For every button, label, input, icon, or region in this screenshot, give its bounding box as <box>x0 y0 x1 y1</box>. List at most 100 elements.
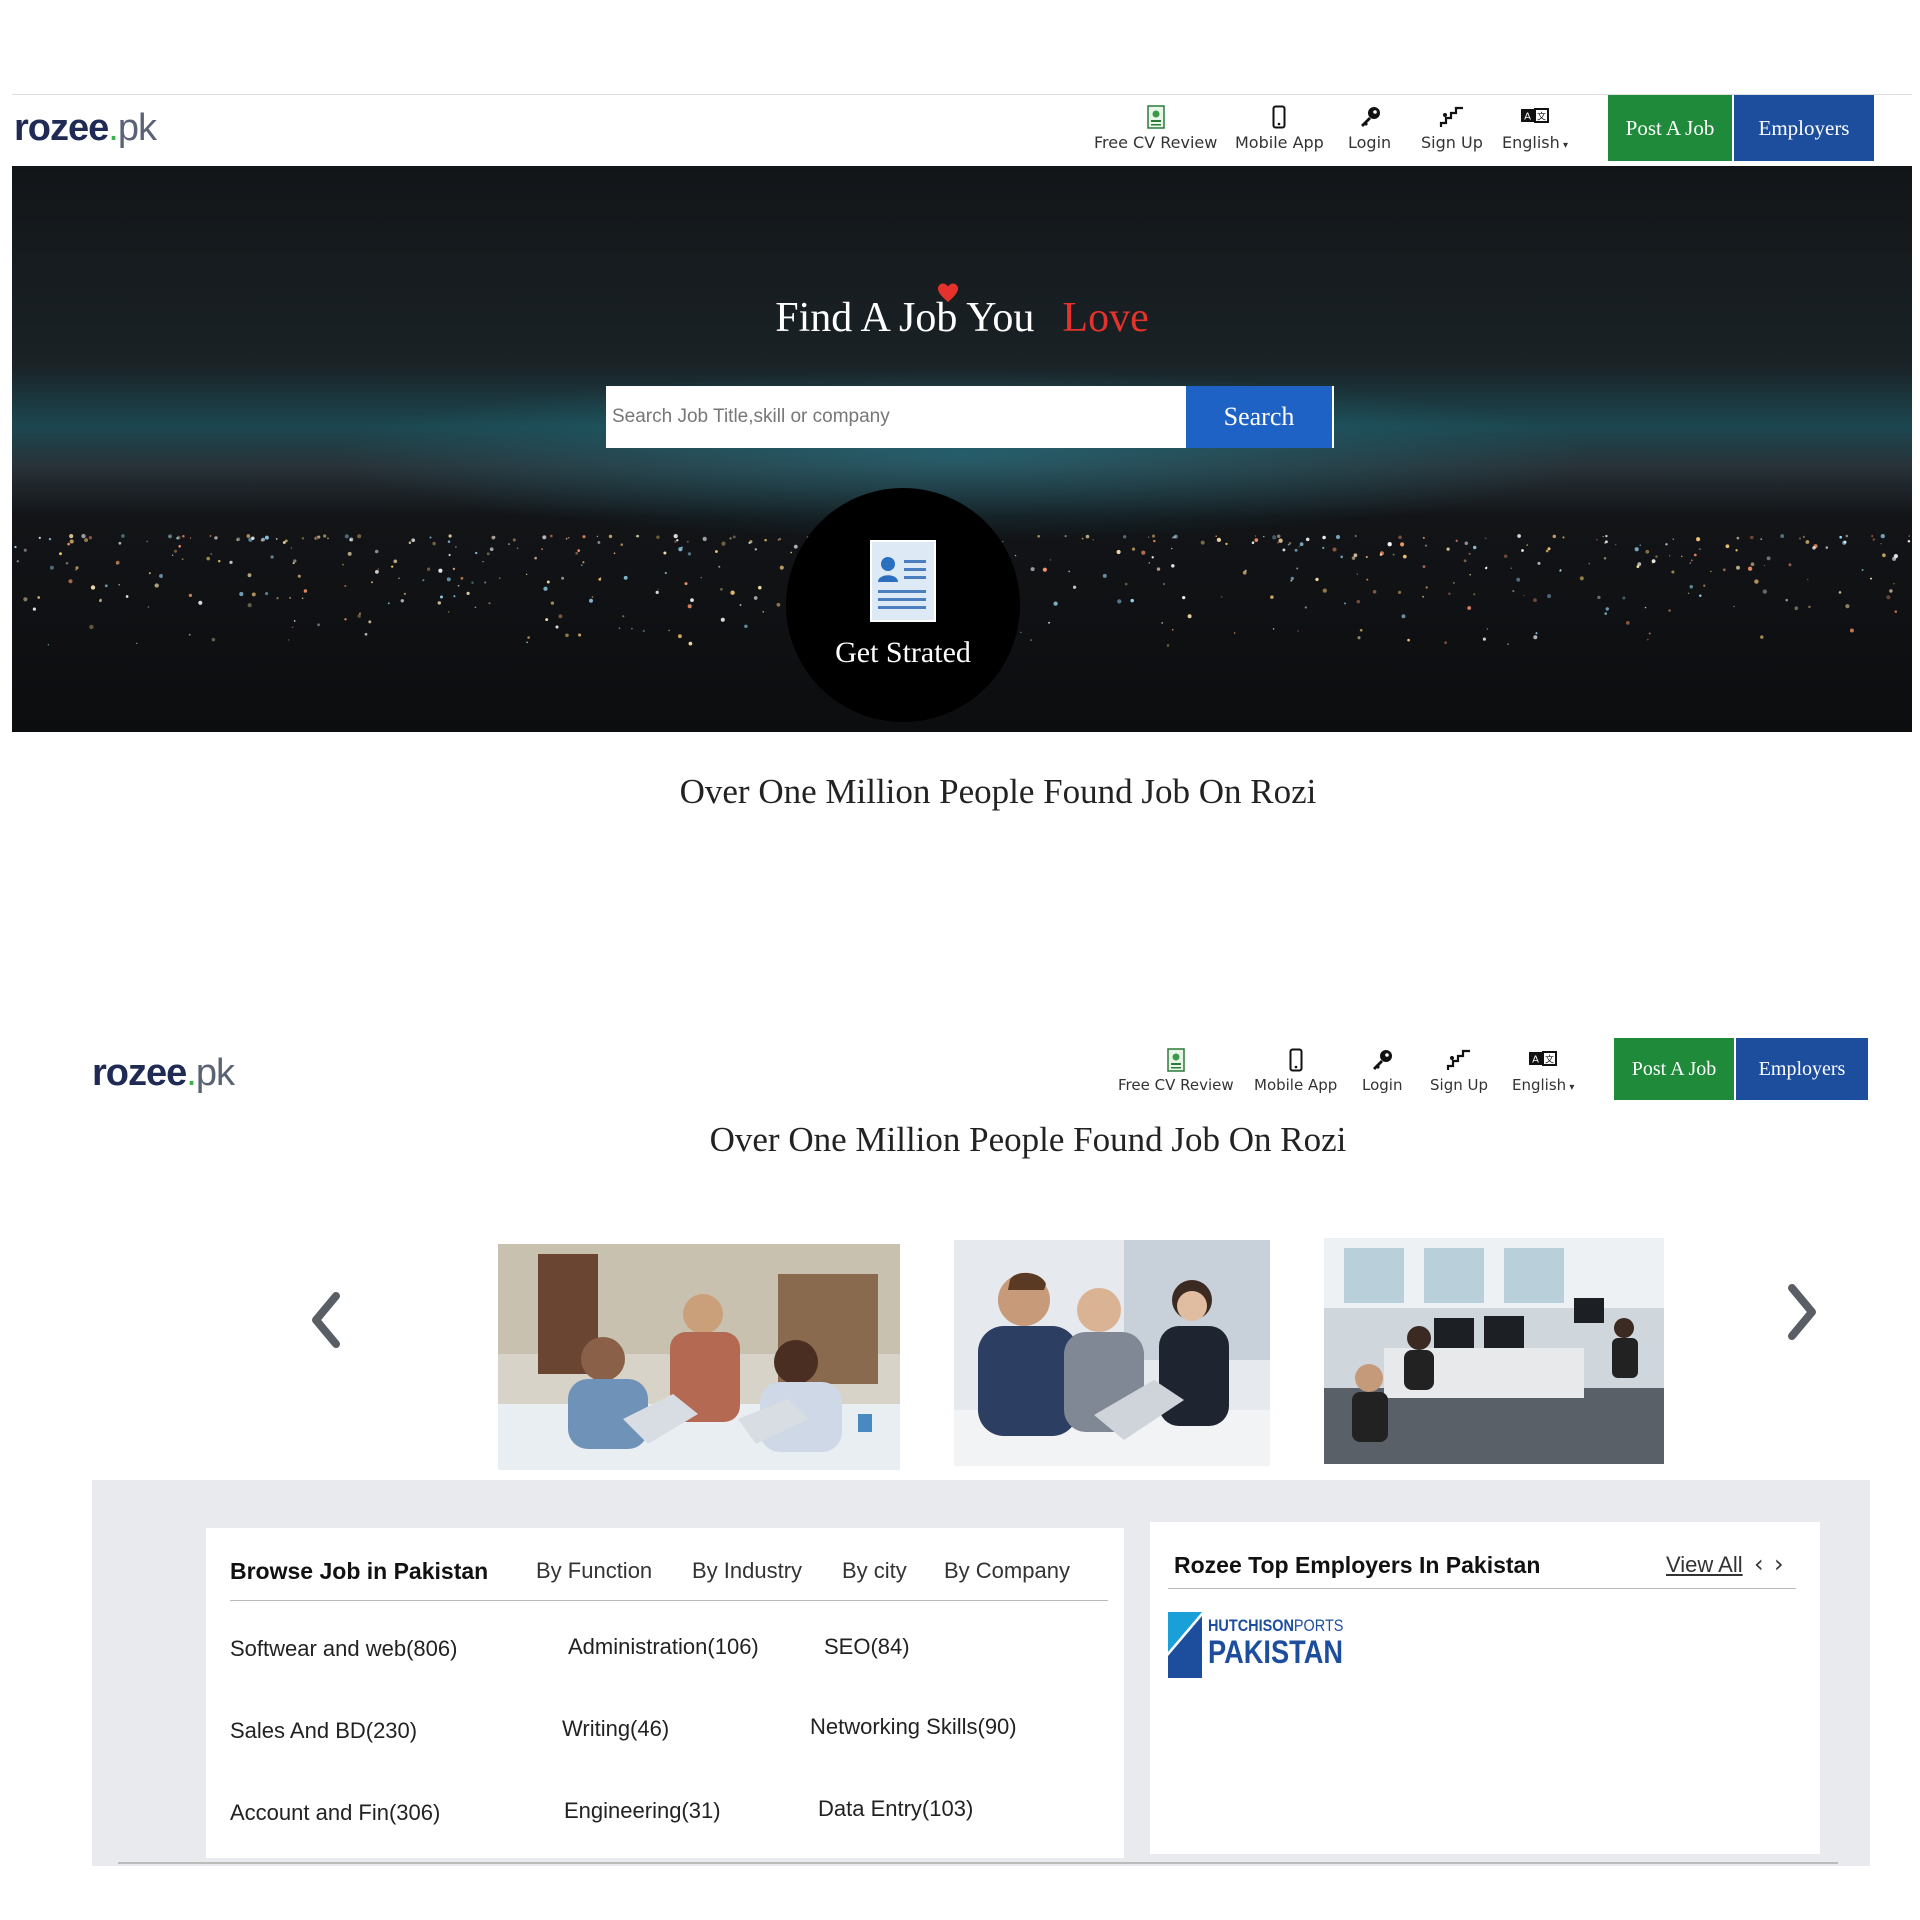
hutchison-ports-logo[interactable]: HUTCHISONPORTS PAKISTAN <box>1168 1612 1358 1678</box>
post-a-job-button[interactable]: Post A Job <box>1614 1038 1734 1100</box>
city-light <box>1014 554 1017 557</box>
category-link[interactable]: Sales And BD(230) <box>230 1718 417 1744</box>
city-light <box>684 582 688 586</box>
nav-language[interactable]: A文 English ▾ <box>1502 105 1568 152</box>
city-light <box>303 589 308 593</box>
city-light <box>749 540 753 544</box>
city-light <box>674 540 677 543</box>
city-light <box>1117 599 1122 604</box>
nav-free-cv-review[interactable]: Free CV Review <box>1118 1048 1234 1094</box>
view-all-link[interactable]: View All <box>1666 1552 1743 1578</box>
city-light <box>700 576 703 579</box>
city-light <box>1277 541 1280 544</box>
city-light <box>400 599 404 603</box>
city-light <box>1552 534 1557 539</box>
search-input[interactable] <box>606 386 1186 448</box>
carousel-prev-arrow[interactable] <box>306 1290 346 1350</box>
city-light <box>460 576 464 580</box>
carousel-image-office-workspace[interactable] <box>1324 1238 1664 1464</box>
category-link[interactable]: Engineering(31) <box>564 1798 721 1824</box>
city-light <box>1842 540 1847 545</box>
city-light <box>1422 565 1426 569</box>
city-light <box>1597 595 1601 600</box>
city-light <box>89 624 94 630</box>
city-light <box>90 585 96 590</box>
tab-by-city[interactable]: By city <box>842 1558 907 1584</box>
city-light <box>1254 535 1257 537</box>
city-light <box>1482 637 1486 641</box>
city-light <box>589 598 593 603</box>
city-light <box>1299 542 1304 547</box>
nav-login[interactable]: Login <box>1362 1048 1402 1094</box>
city-light <box>446 577 451 582</box>
city-light <box>1808 605 1811 609</box>
city-light <box>377 568 380 570</box>
city-light <box>1272 535 1277 540</box>
hero-title-main: Find A Job You <box>775 295 1035 341</box>
city-light <box>1648 632 1651 635</box>
employers-button[interactable]: Employers <box>1734 95 1874 161</box>
employers-button[interactable]: Employers <box>1736 1038 1868 1100</box>
rozee-logo[interactable]: rozee.pk <box>92 1052 235 1095</box>
rozee-logo[interactable]: rozee.pk <box>14 107 157 150</box>
nav-mobile-app[interactable]: Mobile App <box>1254 1048 1337 1094</box>
post-a-job-button[interactable]: Post A Job <box>1608 95 1732 161</box>
category-link[interactable]: Data Entry(103) <box>818 1796 973 1822</box>
city-light <box>656 535 660 539</box>
category-link[interactable]: Softwear and web(806) <box>230 1636 457 1662</box>
category-link[interactable]: Administration(106) <box>568 1634 759 1660</box>
nav-language[interactable]: A文 English ▾ <box>1512 1048 1574 1094</box>
city-light <box>188 633 191 636</box>
city-light <box>1699 594 1702 597</box>
city-light <box>1802 535 1806 539</box>
get-started-button[interactable]: Get Strated <box>786 488 1020 722</box>
language-icon: A文 <box>1502 105 1568 131</box>
city-light <box>291 626 294 629</box>
category-link[interactable]: Networking Skills(90) <box>810 1714 1017 1740</box>
city-light <box>1116 549 1121 555</box>
city-light <box>673 533 678 539</box>
carousel-image-team-meeting[interactable] <box>498 1244 900 1470</box>
employers-next-icon[interactable]: › <box>1774 1550 1784 1578</box>
city-light <box>1510 567 1513 569</box>
city-light <box>1693 553 1697 557</box>
category-link[interactable]: Writing(46) <box>562 1716 669 1742</box>
nav-mobile-app[interactable]: Mobile App <box>1235 105 1324 152</box>
tab-by-industry[interactable]: By Industry <box>692 1558 802 1584</box>
tab-by-function[interactable]: By Function <box>536 1558 652 1584</box>
city-light <box>1453 582 1455 584</box>
city-light <box>1102 573 1107 578</box>
city-light <box>686 540 689 543</box>
city-light <box>1588 562 1591 565</box>
search-button[interactable]: Search <box>1186 386 1332 448</box>
city-light <box>1464 541 1469 545</box>
city-light <box>342 563 344 566</box>
tagline: Over One Million People Found Job On Roz… <box>709 1120 1347 1159</box>
city-light <box>1254 538 1259 542</box>
nav-sign-up[interactable]: Sign Up <box>1430 1048 1488 1094</box>
category-link[interactable]: SEO(84) <box>824 1634 910 1660</box>
city-light <box>1526 544 1529 546</box>
carousel-next-arrow[interactable] <box>1782 1282 1822 1342</box>
city-light <box>453 595 456 598</box>
nav-login[interactable]: Login <box>1348 105 1391 152</box>
city-light <box>1486 628 1489 630</box>
carousel-image-business-people[interactable] <box>954 1240 1270 1466</box>
nav-free-cv-review[interactable]: Free CV Review <box>1094 105 1217 152</box>
city-light <box>1880 543 1882 545</box>
cv-review-icon <box>1094 105 1217 131</box>
city-light <box>1151 534 1156 538</box>
nav-sign-up[interactable]: Sign Up <box>1421 105 1483 152</box>
city-light <box>555 625 559 629</box>
city-light <box>577 549 581 552</box>
city-light <box>247 603 252 608</box>
city-light <box>1282 548 1286 552</box>
tab-by-company[interactable]: By Company <box>944 1558 1070 1584</box>
city-light <box>466 591 470 596</box>
category-link[interactable]: Account and Fin(306) <box>230 1800 440 1826</box>
city-light <box>1615 543 1617 546</box>
employers-prev-icon[interactable]: ‹ <box>1754 1550 1764 1578</box>
city-light <box>1171 628 1174 631</box>
city-light <box>1503 554 1508 558</box>
city-light <box>1220 596 1223 598</box>
